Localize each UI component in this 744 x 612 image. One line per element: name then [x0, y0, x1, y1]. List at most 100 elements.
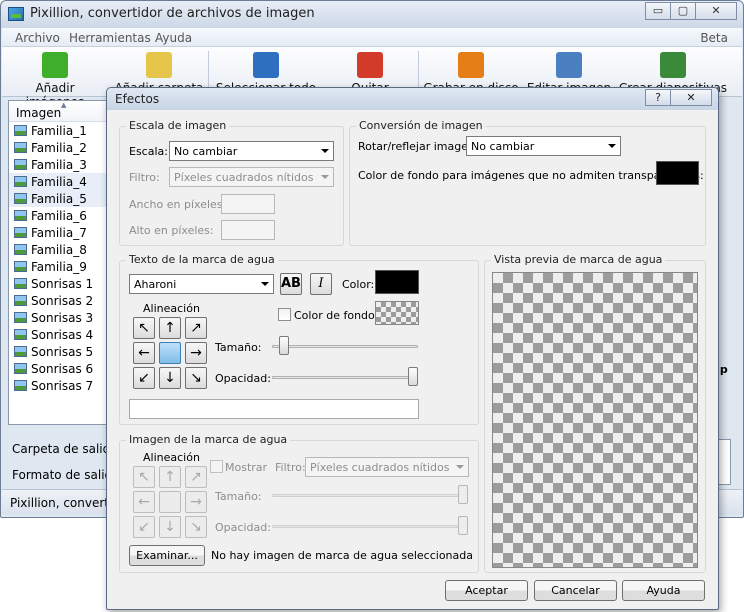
- close-button[interactable]: ✕: [695, 2, 737, 20]
- show-image-checkbox[interactable]: [210, 460, 223, 473]
- file-list-item[interactable]: Familia_3: [9, 156, 107, 173]
- align-up-button[interactable]: ↑: [159, 317, 181, 339]
- file-list-item[interactable]: Familia_9: [9, 258, 107, 275]
- align-down-right-button[interactable]: ↘: [185, 367, 207, 389]
- watermark-text-input[interactable]: [129, 399, 419, 419]
- image-file-icon: [14, 244, 27, 255]
- image-opacity-label: Opacidad:: [215, 521, 271, 534]
- font-select[interactable]: Aharoni: [129, 274, 274, 294]
- file-name: Familia_7: [31, 225, 87, 240]
- image-opacity-slider-thumb[interactable]: [458, 516, 468, 535]
- app-icon: [8, 7, 24, 21]
- file-list-item[interactable]: Familia_7: [9, 224, 107, 241]
- file-list-item[interactable]: Sonrisas 6: [9, 360, 107, 377]
- file-list-item[interactable]: Sonrisas 7: [9, 377, 107, 394]
- file-list-item[interactable]: Familia_4: [9, 173, 107, 190]
- chevron-down-icon: [456, 465, 464, 469]
- align-left-button[interactable]: ←: [133, 342, 155, 364]
- dialog-close-button[interactable]: ✕: [670, 89, 712, 106]
- align-up-right-button[interactable]: ↗: [185, 466, 207, 488]
- align-down-button[interactable]: ↓: [159, 516, 181, 538]
- help-button[interactable]: Ayuda: [622, 580, 705, 601]
- text-size-slider-thumb[interactable]: [278, 336, 289, 355]
- image-size-slider[interactable]: [272, 494, 468, 497]
- cancel-button[interactable]: Cancelar: [534, 580, 617, 601]
- width-input[interactable]: [221, 194, 275, 214]
- align-down-button[interactable]: ↓: [159, 367, 181, 389]
- rotate-select[interactable]: No cambiar: [466, 136, 621, 156]
- file-list-item[interactable]: Familia_6: [9, 207, 107, 224]
- file-list-item[interactable]: Familia_5: [9, 190, 107, 207]
- align-center-button[interactable]: [159, 491, 181, 513]
- align-left-button[interactable]: ←: [133, 491, 155, 513]
- image-conversion-group: Conversión de imagen Rotar/reflejar imag…: [349, 119, 706, 246]
- align-up-left-button[interactable]: ↖: [133, 317, 155, 339]
- align-down-right-button[interactable]: ↘: [185, 516, 207, 538]
- align-up-button[interactable]: ↑: [159, 466, 181, 488]
- image-size-label: Tamaño:: [215, 490, 262, 503]
- bg-color-label: Color de fondo para imágenes que no admi…: [358, 169, 704, 182]
- minimize-button[interactable]: ▭: [645, 2, 671, 20]
- arrow-up-right-icon: ↗: [190, 469, 202, 485]
- image-file-icon: [14, 380, 27, 391]
- image-file-icon: [14, 193, 27, 204]
- show-image-label: Mostrar: [225, 461, 268, 474]
- arrow-down-icon: ↓: [164, 370, 176, 386]
- image-size-slider-thumb[interactable]: [458, 485, 468, 504]
- file-list-header[interactable]: Imagen ▲: [9, 101, 107, 122]
- menu-ayuda[interactable]: Ayuda: [155, 31, 192, 45]
- italic-button[interactable]: I: [310, 273, 332, 295]
- scale-select[interactable]: No cambiar: [169, 141, 334, 161]
- file-name: Familia_3: [31, 157, 87, 172]
- browse-button[interactable]: Examinar...: [129, 545, 205, 566]
- image-file-icon: [14, 346, 27, 357]
- arrow-up-icon: ↑: [164, 469, 176, 485]
- main-titlebar[interactable]: Pixillion, convertidor de archivos de im…: [1, 1, 743, 28]
- maximize-button[interactable]: ▢: [670, 2, 696, 20]
- window-title: Pixillion, convertidor de archivos de im…: [30, 6, 315, 21]
- file-name: Sonrisas 5: [31, 344, 94, 359]
- text-bg-color-checkbox[interactable]: [278, 308, 291, 321]
- image-filter-select[interactable]: Píxeles cuadrados nítidos: [305, 457, 469, 477]
- image-file-icon: [14, 159, 27, 170]
- file-list-item[interactable]: Sonrisas 4: [9, 326, 107, 343]
- image-file-icon: [14, 329, 27, 340]
- file-name: Familia_2: [31, 140, 87, 155]
- watermark-image-legend: Imagen de la marca de agua: [126, 433, 291, 446]
- file-list-item[interactable]: Sonrisas 3: [9, 309, 107, 326]
- menu-archivo[interactable]: Archivo: [15, 31, 60, 45]
- file-list-item[interactable]: Familia_1: [9, 122, 107, 139]
- image-file-icon: [14, 278, 27, 289]
- text-size-slider[interactable]: [272, 345, 418, 348]
- scale-filter-select[interactable]: Píxeles cuadrados nítidos: [169, 167, 334, 187]
- dialog-help-button[interactable]: ?: [645, 89, 671, 106]
- file-list-item[interactable]: Familia_2: [9, 139, 107, 156]
- bold-button[interactable]: AB: [280, 273, 302, 295]
- file-list-item[interactable]: Sonrisas 5: [9, 343, 107, 360]
- file-list-item[interactable]: Familia_8: [9, 241, 107, 258]
- bg-color-swatch[interactable]: [656, 161, 699, 185]
- menu-herramientas[interactable]: Herramientas: [69, 31, 151, 45]
- text-opacity-slider[interactable]: [272, 376, 418, 379]
- align-right-button[interactable]: →: [185, 491, 207, 513]
- image-file-icon: [14, 295, 27, 306]
- align-up-right-button[interactable]: ↗: [185, 317, 207, 339]
- file-list-item[interactable]: Sonrisas 1: [9, 275, 107, 292]
- dialog-titlebar[interactable]: Efectos ? ✕: [107, 88, 718, 110]
- align-down-left-button[interactable]: ↙: [133, 516, 155, 538]
- ok-button[interactable]: Aceptar: [445, 580, 528, 601]
- image-opacity-slider[interactable]: [272, 525, 468, 528]
- align-right-button[interactable]: →: [185, 342, 207, 364]
- arrow-up-icon: ↑: [164, 320, 176, 336]
- align-down-left-button[interactable]: ↙: [133, 367, 155, 389]
- text-opacity-slider-thumb[interactable]: [408, 367, 418, 386]
- align-center-button[interactable]: [159, 342, 181, 364]
- file-name: Sonrisas 6: [31, 361, 94, 376]
- align-up-left-button[interactable]: ↖: [133, 466, 155, 488]
- height-input[interactable]: [221, 220, 275, 240]
- text-color-swatch[interactable]: [375, 270, 419, 294]
- text-bg-color-swatch[interactable]: [375, 301, 419, 325]
- file-list-item[interactable]: Sonrisas 2: [9, 292, 107, 309]
- file-list[interactable]: Imagen ▲ Familia_1 Familia_2 Familia_3 Fami…: [8, 100, 108, 425]
- image-scale-legend: Escala de imagen: [126, 119, 230, 132]
